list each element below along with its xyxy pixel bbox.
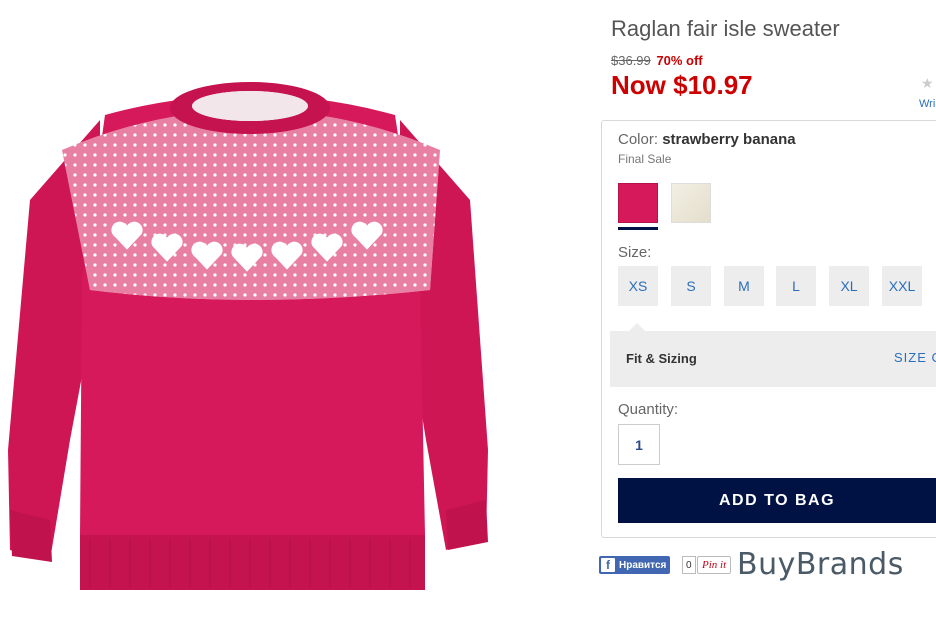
size-option-l[interactable]: L bbox=[776, 266, 816, 306]
discount-badge: 70% off bbox=[656, 53, 703, 68]
final-sale-note: Final Sale bbox=[618, 152, 672, 166]
quantity-label: Quantity: bbox=[618, 401, 679, 418]
quantity-input[interactable]: 1 bbox=[618, 424, 660, 465]
star-icon: ★ bbox=[921, 75, 934, 91]
selected-color-name: strawberry banana bbox=[662, 131, 796, 148]
size-chart-link[interactable]: SIZE C bbox=[894, 350, 936, 365]
quantity-value: 1 bbox=[635, 436, 643, 453]
sale-price: Now $10.97 bbox=[611, 70, 753, 100]
facebook-like-button[interactable]: f Нравится bbox=[599, 556, 671, 574]
color-swatch-cream[interactable] bbox=[671, 183, 711, 223]
facebook-icon: f bbox=[601, 558, 615, 572]
product-image bbox=[8, 82, 488, 590]
size-option-m[interactable]: M bbox=[724, 266, 764, 306]
pinterest-pin-button[interactable]: Pin it bbox=[697, 556, 732, 574]
write-review-link[interactable]: Wri bbox=[919, 98, 935, 110]
size-option-xl[interactable]: XL bbox=[829, 266, 869, 306]
size-option-s[interactable]: S bbox=[671, 266, 711, 306]
color-label-prefix: Color: bbox=[618, 131, 659, 148]
original-price: $36.99 bbox=[611, 53, 651, 68]
price-row: $36.99 70% off bbox=[611, 53, 703, 68]
selected-swatch-indicator bbox=[618, 227, 658, 230]
size-label: Size: bbox=[618, 244, 652, 261]
size-option-xs[interactable]: XS bbox=[618, 266, 658, 306]
color-label: Color: strawberry banana bbox=[618, 131, 796, 148]
facebook-like-count: 0 bbox=[682, 556, 696, 574]
fit-sizing-label: Fit & Sizing bbox=[626, 351, 697, 366]
product-title: Raglan fair isle sweater bbox=[611, 16, 840, 41]
watermark: BuyBrands bbox=[737, 547, 904, 582]
facebook-like-label: Нравится bbox=[619, 559, 667, 571]
color-swatch-strawberry-banana[interactable] bbox=[618, 183, 658, 223]
add-to-bag-button[interactable]: ADD TO BAG bbox=[618, 478, 936, 523]
size-option-xxl[interactable]: XXL bbox=[882, 266, 922, 306]
